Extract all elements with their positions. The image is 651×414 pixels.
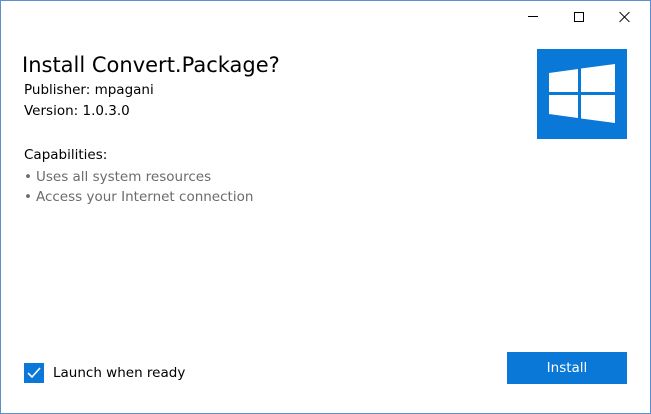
capability-label: Uses all system resources: [35, 169, 212, 185]
maximize-button[interactable]: [556, 1, 602, 32]
minimize-button[interactable]: [510, 1, 556, 32]
install-button[interactable]: Install: [507, 352, 627, 384]
capabilities-heading: Capabilities:: [24, 147, 108, 163]
app-tile: [537, 49, 627, 139]
capabilities-list: • Uses all system resources • Access your …: [24, 167, 253, 207]
version-text: Version: 1.0.3.0: [24, 103, 130, 119]
checkmark-icon: [27, 367, 41, 379]
launch-checkbox-label: Launch when ready: [53, 365, 186, 381]
capability-item: • Access your Internet connection: [24, 187, 253, 207]
close-icon: [619, 11, 631, 23]
capability-label: Access your Internet connection: [35, 189, 254, 205]
bullet-glyph: •: [24, 169, 32, 185]
minimize-icon: [528, 16, 538, 17]
bullet-glyph: •: [24, 189, 32, 205]
launch-checkbox[interactable]: [24, 363, 44, 383]
publisher-text: Publisher: mpagani: [24, 82, 154, 98]
maximize-icon: [574, 11, 584, 22]
install-title: Install Convert.Package?: [22, 53, 280, 77]
capability-item: • Uses all system resources: [24, 167, 253, 187]
installer-window: Install Convert.Package? Publisher: mpag…: [0, 0, 651, 414]
windows-logo-icon: [549, 64, 615, 123]
close-button[interactable]: [602, 1, 648, 32]
launch-when-ready-option[interactable]: Launch when ready: [24, 363, 185, 383]
